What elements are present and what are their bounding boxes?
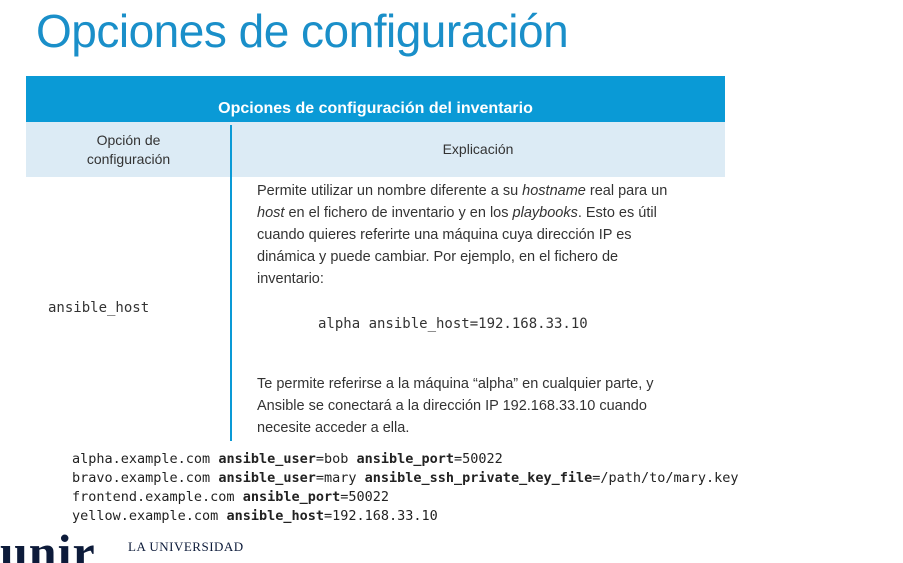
code-line: yellow.example.com ansible_host=192.168.…: [72, 508, 438, 524]
column-divider: [230, 125, 232, 441]
column-header-option-line2: configuración: [86, 150, 171, 167]
table-caption: Opciones de configuración del inventario: [26, 76, 725, 122]
code-line: bravo.example.com ansible_user=mary ansi…: [72, 470, 739, 486]
logo-mark: unir: [0, 527, 96, 563]
option-name: ansible_host: [48, 300, 150, 316]
explanation-line: host en el fichero de inventario y en lo…: [257, 205, 657, 221]
explanation-line: cuando quieres referirte una máquina cuy…: [257, 227, 632, 243]
explanation-line: dinámica y puede cambiar. Por ejemplo, e…: [257, 249, 619, 265]
slide-title: Opciones de configuración: [36, 5, 569, 57]
explanation-line: necesite acceder a ella.: [257, 420, 410, 436]
option-explanation: Permite utilizar un nombre diferente a s…: [257, 180, 717, 290]
column-header-option: Opción de configuración: [26, 122, 231, 177]
column-header-option-line1: Opción de: [96, 131, 161, 148]
explanation-line: Te permite referirse a la máquina “alpha…: [257, 376, 654, 392]
explanation-line: Ansible se conectará a la dirección IP 1…: [257, 398, 647, 414]
table-column-headers: Opción de configuración Explicación: [26, 122, 725, 177]
unir-logo: unir LA UNIVERSIDAD: [0, 527, 320, 563]
column-header-explanation: Explicación: [442, 141, 514, 157]
code-line: alpha.example.com ansible_user=bob ansib…: [72, 451, 503, 467]
logo-tagline: LA UNIVERSIDAD: [128, 539, 244, 554]
inventory-options-table: Opciones de configuración del inventario…: [26, 76, 725, 177]
explanation-line: inventario:: [257, 271, 324, 287]
explanation-line: Permite utilizar un nombre diferente a s…: [257, 183, 668, 199]
code-line: frontend.example.com ansible_port=50022: [72, 489, 390, 505]
inventory-code-example: alpha.example.com ansible_user=bob ansib…: [72, 450, 739, 526]
option-explanation-continued: Te permite referirse a la máquina “alpha…: [257, 373, 717, 439]
option-example: alpha ansible_host=192.168.33.10: [318, 316, 588, 332]
